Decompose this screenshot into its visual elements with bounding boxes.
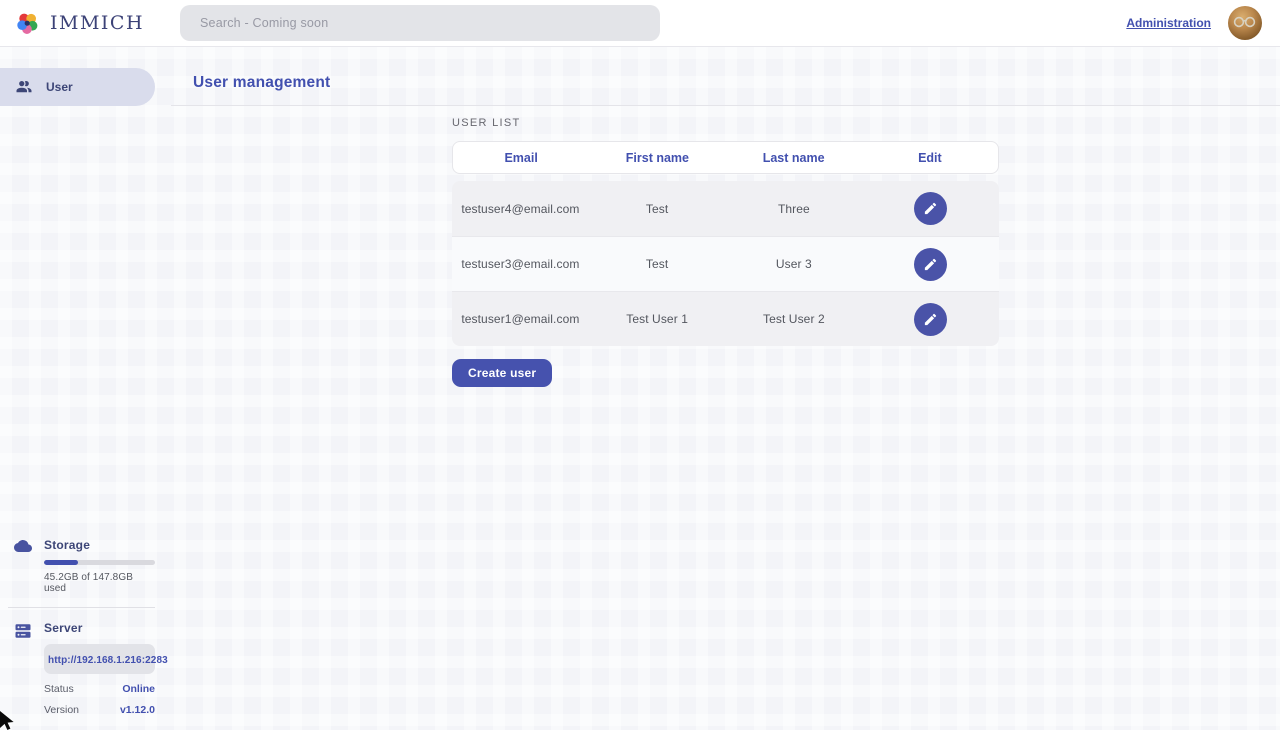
status-value: Online: [122, 683, 155, 695]
main-header: User management: [171, 47, 1280, 106]
column-header-first-name: First name: [589, 151, 725, 165]
app-name: IMMICH: [50, 12, 144, 34]
edit-user-button[interactable]: [914, 303, 947, 336]
create-user-button[interactable]: Create user: [452, 359, 552, 387]
cell-last-name: User 3: [726, 257, 863, 271]
edit-user-button[interactable]: [914, 248, 947, 281]
column-header-edit: Edit: [862, 151, 998, 165]
cloud-icon: [14, 538, 32, 594]
server-status-row: Status Online: [44, 683, 155, 695]
version-value: v1.12.0: [120, 704, 155, 716]
pencil-icon: [923, 201, 938, 216]
cell-email: testuser4@email.com: [452, 202, 589, 216]
version-label: Version: [44, 704, 79, 716]
cell-first-name: Test: [589, 202, 726, 216]
sidebar-item-label: User: [46, 80, 73, 94]
storage-progress-bar: [44, 560, 155, 565]
server-title: Server: [44, 621, 155, 635]
header-right: Administration: [1126, 6, 1262, 40]
section-title: USER LIST: [452, 117, 999, 129]
status-label: Status: [44, 683, 74, 695]
cell-first-name: Test User 1: [589, 312, 726, 326]
cell-edit: [862, 303, 999, 336]
table-body: testuser4@email.com Test Three testuser3…: [452, 181, 999, 346]
cell-first-name: Test: [589, 257, 726, 271]
server-url-pill: http://192.168.1.216:2283: [44, 644, 155, 674]
column-header-last-name: Last name: [726, 151, 862, 165]
cell-last-name: Three: [726, 202, 863, 216]
edit-user-button[interactable]: [914, 192, 947, 225]
table-row: testuser4@email.com Test Three: [452, 181, 999, 236]
storage-usage-text: 45.2GB of 147.8GB used: [44, 572, 155, 594]
table-header: Email First name Last name Edit: [452, 141, 999, 174]
cell-edit: [862, 248, 999, 281]
cell-email: testuser1@email.com: [452, 312, 589, 326]
content-column: USER LIST Email First name Last name Edi…: [452, 106, 999, 387]
main-area: User management USER LIST Email First na…: [171, 47, 1280, 730]
table-row: testuser1@email.com Test User 1 Test Use…: [452, 291, 999, 346]
app-header: IMMICH Search - Coming soon Administrati…: [0, 0, 1280, 47]
pencil-icon: [923, 257, 938, 272]
user-avatar[interactable]: [1228, 6, 1262, 40]
column-header-email: Email: [453, 151, 589, 165]
user-table: Email First name Last name Edit testuser…: [452, 141, 999, 346]
glasses-icon: [1232, 16, 1258, 28]
storage-section: Storage 45.2GB of 147.8GB used: [14, 538, 155, 594]
storage-progress-fill: [44, 560, 78, 565]
sidebar-divider: [8, 607, 155, 608]
sidebar-item-user[interactable]: User: [0, 68, 155, 106]
server-section: Server http://192.168.1.216:2283 Status …: [14, 621, 155, 716]
sidebar-status-panel: Storage 45.2GB of 147.8GB used: [0, 538, 171, 730]
pencil-icon: [923, 312, 938, 327]
storage-title: Storage: [44, 538, 155, 552]
sidebar: User Storage 45.2GB of 147.8GB used: [0, 47, 171, 730]
search-placeholder: Search - Coming soon: [200, 16, 328, 30]
app-body: User Storage 45.2GB of 147.8GB used: [0, 47, 1280, 730]
cell-last-name: Test User 2: [726, 312, 863, 326]
immich-flower-icon: [14, 10, 41, 37]
cell-edit: [862, 192, 999, 225]
server-version-row: Version v1.12.0: [44, 704, 155, 716]
page-title: User management: [193, 74, 330, 92]
app-logo: IMMICH: [14, 10, 180, 37]
server-icon: [14, 621, 32, 716]
table-row: testuser3@email.com Test User 3: [452, 236, 999, 291]
cell-email: testuser3@email.com: [452, 257, 589, 271]
mouse-cursor: [0, 711, 19, 730]
users-icon: [15, 78, 33, 96]
server-url: http://192.168.1.216:2283: [48, 655, 168, 666]
search-input[interactable]: Search - Coming soon: [180, 5, 660, 41]
administration-link[interactable]: Administration: [1126, 16, 1211, 30]
